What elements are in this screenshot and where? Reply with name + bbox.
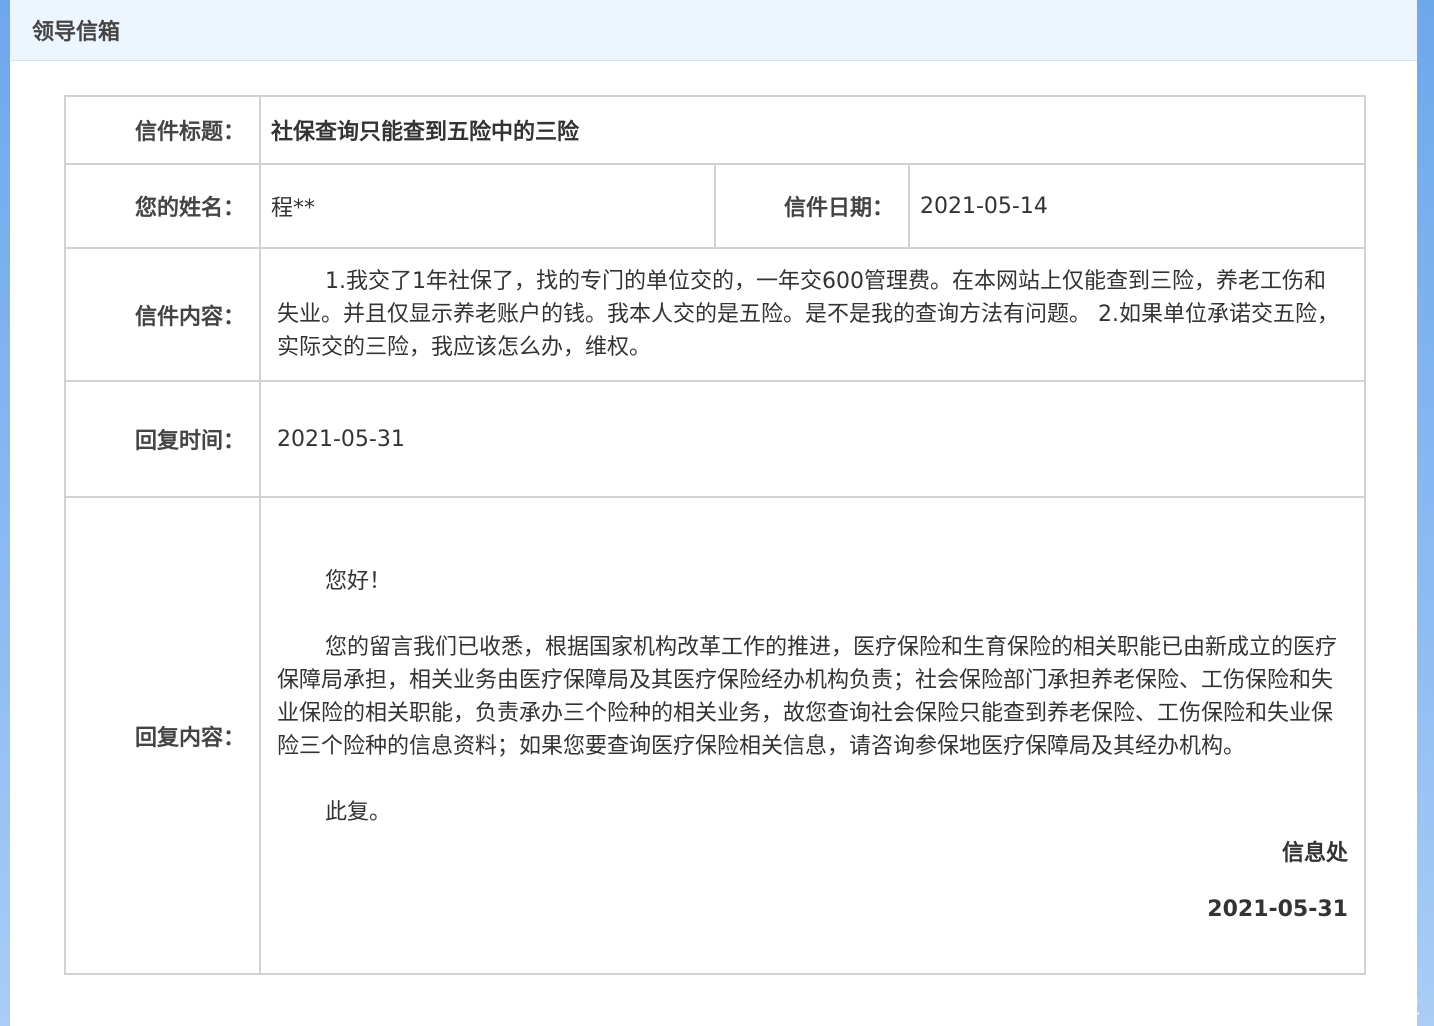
date-label: 信件日期：: [714, 163, 910, 249]
sender-name: 程**: [259, 163, 716, 249]
content-row: 信件内容： 1.我交了1年社保了，找的专门的单位交的，一年交600管理费。在本网…: [64, 247, 1366, 382]
reply-content: 您好！ 您的留言我们已收悉，根据国家机构改革工作的推进，医疗保险和生育保险的相关…: [259, 496, 1366, 975]
letter-detail-table: 信件标题： 社保查询只能查到五险中的三险 您的姓名： 程** 信件日期： 202…: [64, 95, 1366, 975]
reply-time-row: 回复时间： 2021-05-31: [64, 380, 1366, 498]
title-label: 信件标题：: [64, 95, 261, 165]
content-label: 信件内容：: [64, 247, 261, 382]
panel-header: 领导信箱: [10, 0, 1417, 61]
letter-title: 社保查询只能查到五险中的三险: [259, 95, 1366, 165]
reply-greeting: 您好！: [325, 569, 392, 594]
letter-content-text: 1.我交了1年社保了，找的专门的单位交的，一年交600管理费。在本网站上仅能查到…: [277, 269, 1339, 360]
letter-panel: 领导信箱 信件标题： 社保查询只能查到五险中的三险 您的姓名： 程** 信件日期…: [10, 0, 1417, 1026]
reply-signature-date: 2021-05-31: [1207, 897, 1348, 922]
reply-closing: 此复。: [325, 800, 392, 825]
letter-date: 2021-05-14: [908, 163, 1366, 249]
reply-content-row: 回复内容： 您好！ 您的留言我们已收悉，根据国家机构改革工作的推进，医疗保险和生…: [64, 496, 1366, 975]
reply-time: 2021-05-31: [259, 380, 1366, 498]
letter-content: 1.我交了1年社保了，找的专门的单位交的，一年交600管理费。在本网站上仅能查到…: [259, 247, 1366, 382]
reply-content-label: 回复内容：: [64, 496, 261, 975]
name-date-row: 您的姓名： 程** 信件日期： 2021-05-14: [64, 163, 1366, 249]
reply-body: 您的留言我们已收悉，根据国家机构改革工作的推进，医疗保险和生育保险的相关职能已由…: [277, 635, 1338, 759]
reply-time-label: 回复时间：: [64, 380, 261, 498]
csdn-watermark: CSDN @爬不上树的小松鼠: [1188, 996, 1420, 1018]
title-row: 信件标题： 社保查询只能查到五险中的三险: [64, 95, 1366, 165]
name-label: 您的姓名：: [64, 163, 261, 249]
panel-title: 领导信箱: [32, 20, 121, 45]
reply-signature: 信息处: [1281, 841, 1348, 866]
